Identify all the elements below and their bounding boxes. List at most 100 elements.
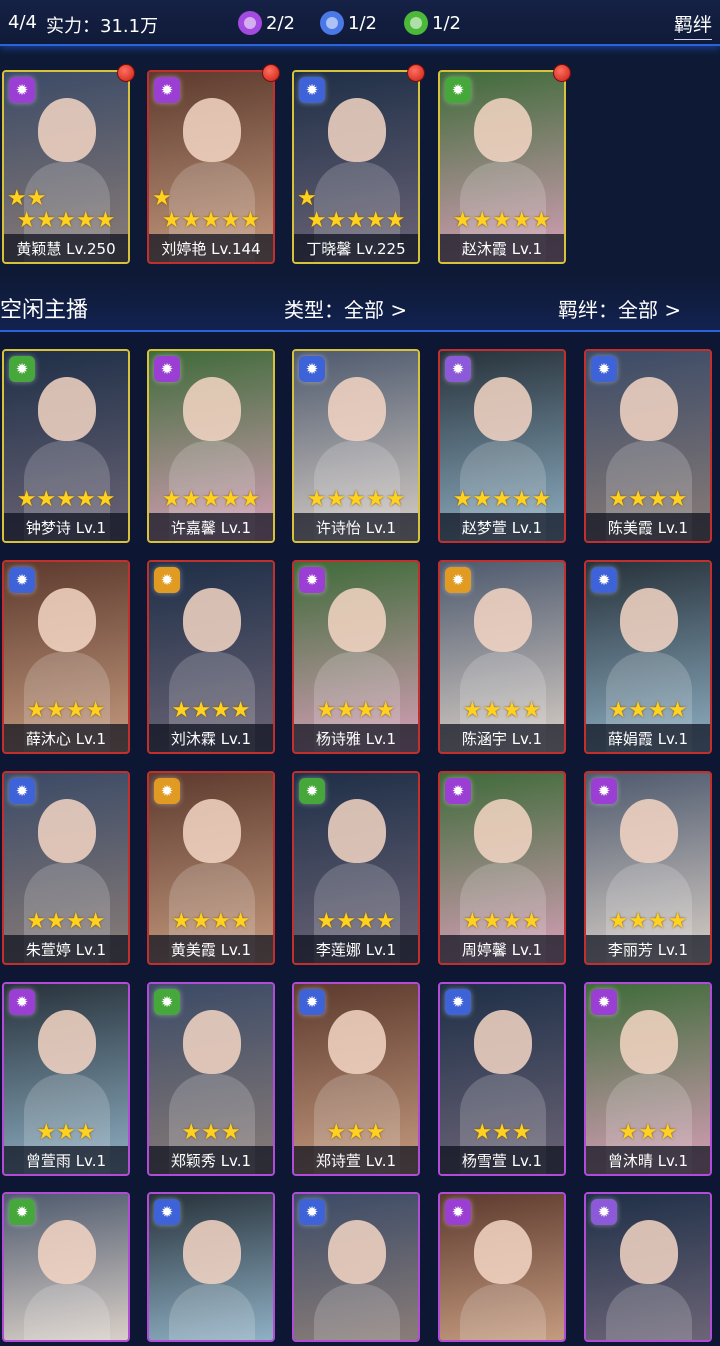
roster-card[interactable]: ✹ ★★★★ 黄美霞 Lv.1 — [147, 771, 275, 965]
star-icon-row: ★★★ — [326, 1120, 386, 1145]
purple-resource: 2/2 — [238, 9, 295, 37]
star-rating: ★★★★★ — [294, 489, 418, 511]
star-rating: ★★★★ — [4, 700, 128, 722]
streamer-name-label: 陈涵宇 Lv.1 — [440, 724, 564, 752]
element-badge-icon: ✹ — [445, 778, 471, 804]
star-icon-row: ★★★★★ — [161, 487, 261, 512]
roster-card[interactable]: ✹ — [438, 1192, 566, 1342]
red-dot-notification-icon — [407, 64, 425, 82]
roster-card[interactable]: ✹ ★★★★ 薛沐心 Lv.1 — [2, 560, 130, 754]
element-badge-icon: ✹ — [154, 1199, 180, 1225]
star-icon-row: ★★★★★ — [452, 487, 552, 512]
star-icon-row: ★★★★ — [608, 698, 688, 723]
star-rating: ★★★★ — [586, 911, 710, 933]
star-icon-row: ★★★★ — [26, 698, 106, 723]
streamer-name-label: 曾沐晴 Lv.1 — [586, 1146, 710, 1174]
star-icon-row: ★★★★ — [171, 698, 251, 723]
bond-filter-button[interactable]: 羁绊：全部 > — [558, 294, 681, 323]
element-badge-icon: ✹ — [9, 77, 35, 103]
roster-card[interactable]: ✹ ★★★★★ 许嘉馨 Lv.1 — [147, 349, 275, 543]
team-member-card[interactable]: ✹ ★★ ★★★★★ 黄颖慧 Lv.250 — [2, 70, 130, 264]
green-gem-icon — [404, 11, 428, 35]
roster-card[interactable]: ✹ — [292, 1192, 420, 1342]
streamer-name-label: 钟梦诗 Lv.1 — [4, 513, 128, 541]
roster-card[interactable]: ✹ ★★★★ 薛娟霞 Lv.1 — [584, 560, 712, 754]
star-icon-row: ★★★★ — [608, 909, 688, 934]
roster-card[interactable]: ✹ — [584, 1192, 712, 1342]
star-rating: ★★★ — [440, 1122, 564, 1144]
streamer-name-label: 杨雪萱 Lv.1 — [440, 1146, 564, 1174]
roster-card[interactable]: ✹ ★★★★ 刘沐霖 Lv.1 — [147, 560, 275, 754]
streamer-name-label: 赵梦萱 Lv.1 — [440, 513, 564, 541]
blue-resource-value: 1/2 — [348, 12, 377, 34]
streamer-name-label: 刘沐霖 Lv.1 — [149, 724, 273, 752]
roster-card[interactable]: ✹ ★★★★ 陈涵宇 Lv.1 — [438, 560, 566, 754]
idle-section-header: 空闲主播 类型：全部 > 羁绊：全部 > — [0, 278, 720, 332]
team-member-card[interactable]: ✹ ★★★★★ 赵沐霞 Lv.1 — [438, 70, 566, 264]
roster-card[interactable]: ✹ ★★★★★ 许诗怡 Lv.1 — [292, 349, 420, 543]
star-icon-row: ★ — [152, 186, 172, 211]
star-rating: ★★★★ — [4, 911, 128, 933]
star-icon-row: ★★ — [7, 186, 47, 211]
streamer-name-label: 许嘉馨 Lv.1 — [149, 513, 273, 541]
streamer-name-label: 朱萱婷 Lv.1 — [4, 935, 128, 963]
green-resource-value: 1/2 — [432, 12, 461, 34]
star-rating: ★★★★ — [440, 911, 564, 933]
streamer-name-label: 许诗怡 Lv.1 — [294, 513, 418, 541]
roster-card[interactable]: ✹ ★★★★ 陈美霞 Lv.1 — [584, 349, 712, 543]
star-icon-row: ★★★★ — [462, 698, 542, 723]
roster-card[interactable]: ✹ ★★★★ 李丽芳 Lv.1 — [584, 771, 712, 965]
star-icon-row: ★★★★ — [608, 487, 688, 512]
roster-card[interactable]: ✹ ★★★★ 周婷馨 Lv.1 — [438, 771, 566, 965]
element-badge-icon: ✹ — [9, 1199, 35, 1225]
element-badge-icon: ✹ — [591, 989, 617, 1015]
roster-card[interactable]: ✹ ★★★ 曾萱雨 Lv.1 — [2, 982, 130, 1176]
element-badge-icon: ✹ — [9, 989, 35, 1015]
streamer-name-label: 李莲娜 Lv.1 — [294, 935, 418, 963]
power-value: 实力：31.1万 — [46, 16, 159, 37]
blue-resource: 1/2 — [320, 9, 377, 37]
type-filter-button[interactable]: 类型：全部 > — [284, 294, 407, 323]
element-badge-icon: ✹ — [9, 356, 35, 382]
element-badge-icon: ✹ — [154, 778, 180, 804]
roster-card[interactable]: ✹ ★★★★ 李莲娜 Lv.1 — [292, 771, 420, 965]
star-rating: ★★★★ — [586, 489, 710, 511]
star-rating: ★★★★ — [440, 700, 564, 722]
team-member-card[interactable]: ✹ ★ ★★★★★ 刘婷艳 Lv.144 — [147, 70, 275, 264]
star-rating: ★★★★ — [586, 700, 710, 722]
streamer-name-label: 杨诗雅 Lv.1 — [294, 724, 418, 752]
roster-card[interactable]: ✹ ★★★★★ 赵梦萱 Lv.1 — [438, 349, 566, 543]
star-icon-row: ★★★★★ — [16, 487, 116, 512]
element-badge-icon: ✹ — [299, 1199, 325, 1225]
element-badge-icon: ✹ — [154, 567, 180, 593]
roster-card[interactable]: ✹ ★★★★ 朱萱婷 Lv.1 — [2, 771, 130, 965]
team-member-card[interactable]: ✹ ★ ★★★★★ 丁晓馨 Lv.225 — [292, 70, 420, 264]
star-icon-row: ★★★★★ — [452, 208, 552, 233]
star-icon-row: ★ — [297, 186, 317, 211]
roster-card[interactable]: ✹ ★★★ 郑诗萱 Lv.1 — [292, 982, 420, 1176]
star-icon-row: ★★★★ — [316, 909, 396, 934]
star-rating: ★★★★★ — [440, 489, 564, 511]
star-icon-row: ★★★ — [36, 1120, 96, 1145]
blue-gem-icon — [320, 11, 344, 35]
star-rating: ★★★★★ — [4, 489, 128, 511]
star-icon-row: ★★★★★ — [306, 208, 406, 233]
bond-button[interactable]: 羁绊 — [673, 10, 712, 40]
roster-card[interactable]: ✹ — [147, 1192, 275, 1342]
element-badge-icon: ✹ — [445, 356, 471, 382]
roster-card[interactable]: ✹ ★★★★ 杨诗雅 Lv.1 — [292, 560, 420, 754]
streamer-name-label: 曾萱雨 Lv.1 — [4, 1146, 128, 1174]
star-icon-row: ★★★★ — [462, 909, 542, 934]
roster-card[interactable]: ✹ ★★★ 郑颖秀 Lv.1 — [147, 982, 275, 1176]
roster-card[interactable]: ✹ ★★★ 曾沐晴 Lv.1 — [584, 982, 712, 1176]
roster-card[interactable]: ✹ ★★★★★ 钟梦诗 Lv.1 — [2, 349, 130, 543]
streamer-name-label: 薛娟霞 Lv.1 — [586, 724, 710, 752]
star-rating: ★★★★ — [294, 700, 418, 722]
roster-card[interactable]: ✹ — [2, 1192, 130, 1342]
star-icon-row: ★★★★★ — [306, 487, 406, 512]
star-icon-row: ★★★★ — [171, 909, 251, 934]
streamer-name-label: 薛沐心 Lv.1 — [4, 724, 128, 752]
star-rating: ★★★ — [149, 1122, 273, 1144]
roster-card[interactable]: ✹ ★★★ 杨雪萱 Lv.1 — [438, 982, 566, 1176]
star-icon-row: ★★★ — [618, 1120, 678, 1145]
